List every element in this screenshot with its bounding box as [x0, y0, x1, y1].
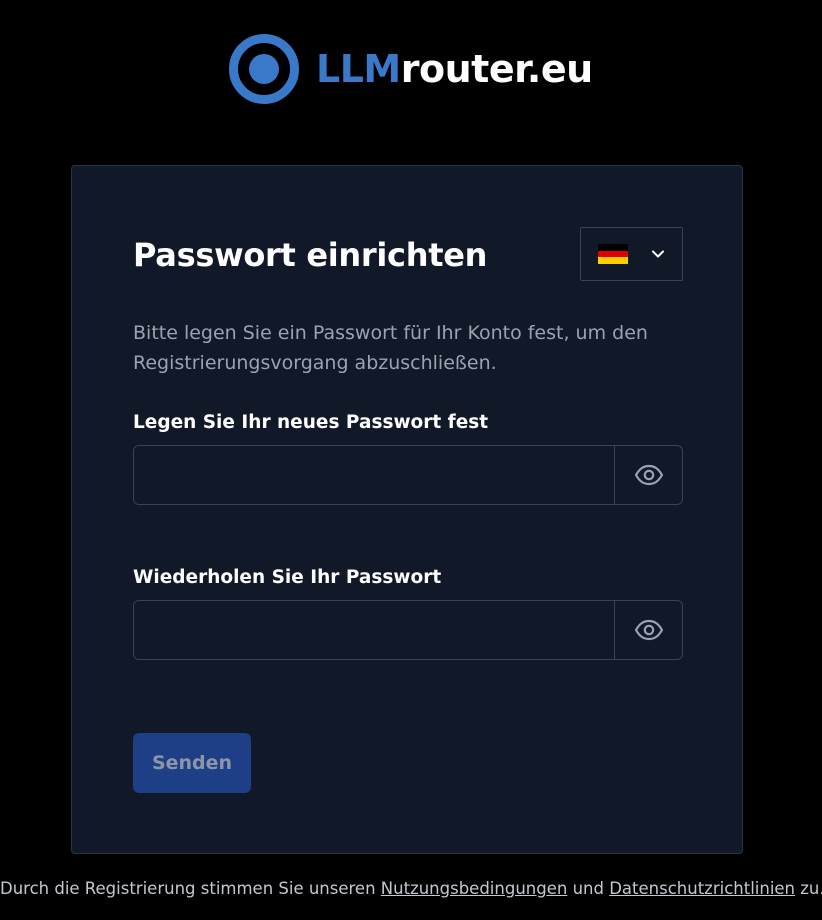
logo-text: LLMrouter.eu — [316, 50, 593, 88]
new-password-input[interactable] — [134, 446, 614, 504]
footer-suffix: zu. — [795, 879, 822, 898]
new-password-label: Legen Sie Ihr neues Passwort fest — [133, 412, 489, 433]
show-password-toggle[interactable] — [614, 446, 682, 504]
setup-password-card: Passwort einrichten Bitte legen Sie ein … — [71, 165, 743, 854]
submit-button[interactable]: Senden — [133, 733, 251, 793]
footer-prefix: Durch die Registrierung stimmen Sie unse… — [0, 879, 381, 898]
logo-text-accent: LLM — [316, 47, 401, 91]
flag-de-icon — [597, 244, 628, 265]
show-repeat-password-toggle[interactable] — [614, 601, 682, 659]
eye-icon — [634, 619, 663, 641]
new-password-field — [133, 445, 683, 505]
terms-link[interactable]: Nutzungsbedingungen — [381, 879, 568, 898]
chevron-down-icon — [651, 250, 664, 258]
logo-text-rest: router.eu — [400, 47, 593, 91]
ring-logo-icon — [229, 34, 299, 104]
footer-middle: und — [567, 879, 610, 898]
page-title: Passwort einrichten — [133, 236, 488, 274]
description: Bitte legen Sie ein Passwort für Ihr Kon… — [133, 322, 648, 374]
repeat-password-input[interactable] — [134, 601, 614, 659]
page: LLMrouter.eu Passwort einrichten Bitte l… — [0, 0, 822, 920]
repeat-password-label: Wiederholen Sie Ihr Passwort — [133, 567, 442, 588]
repeat-password-field — [133, 600, 683, 660]
logo[interactable]: LLMrouter.eu — [228, 33, 593, 105]
language-select[interactable] — [580, 227, 683, 281]
footer-consent: Durch die Registrierung stimmen Sie unse… — [0, 879, 822, 898]
eye-icon — [634, 464, 663, 486]
privacy-link[interactable]: Datenschutzrichtlinien — [609, 879, 795, 898]
